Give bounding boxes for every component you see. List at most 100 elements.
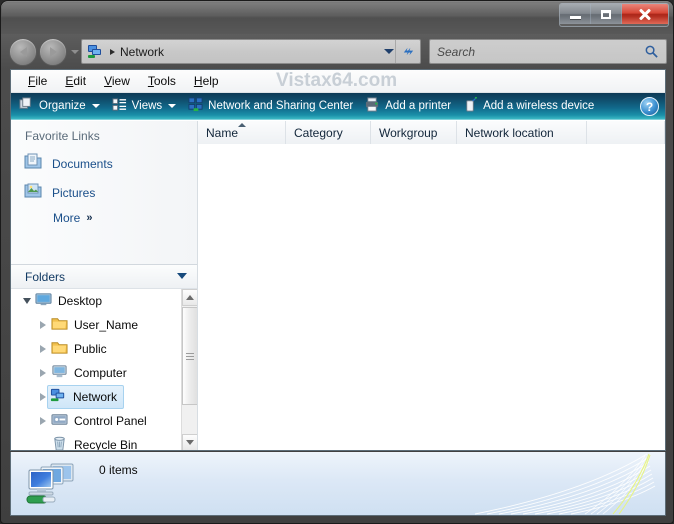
address-bar[interactable]: Network — [81, 39, 421, 64]
item-count-label: 0 items — [99, 463, 138, 477]
forward-button[interactable] — [39, 38, 67, 66]
organize-chevron-down-icon[interactable] — [91, 104, 100, 108]
scroll-down-button[interactable] — [182, 434, 197, 450]
column-header-name[interactable]: Name — [198, 121, 286, 144]
search-input[interactable]: Search — [437, 45, 475, 59]
column-network-location-label: Network location — [465, 125, 554, 140]
aurora-decoration — [435, 452, 665, 515]
menu-file-rest: ile — [35, 74, 48, 88]
sidebar-item-pictures[interactable]: Pictures — [11, 178, 197, 207]
maximize-icon — [601, 9, 611, 19]
file-list-body[interactable] — [198, 144, 665, 450]
search-box[interactable]: Search — [429, 39, 667, 64]
tree-item-public[interactable]: Public — [11, 337, 197, 361]
user-name-label: User_Name — [74, 318, 139, 332]
network-computers-icon — [25, 460, 87, 508]
expander-icon[interactable] — [37, 345, 49, 353]
column-header-workgroup[interactable]: Workgroup — [371, 121, 457, 144]
breadcrumb-separator-icon — [110, 48, 115, 55]
pictures-icon — [23, 181, 43, 204]
menu-help[interactable]: Help — [185, 72, 228, 90]
organize-button[interactable]: Organize — [19, 97, 100, 115]
network-label: Network — [73, 390, 118, 404]
tree-item-desktop[interactable]: Desktop — [11, 289, 197, 313]
search-icon — [644, 44, 659, 59]
control-panel-label: Control Panel — [74, 414, 147, 428]
documents-icon — [23, 152, 43, 175]
minimize-icon — [569, 16, 581, 19]
scrollbar-thumb[interactable] — [182, 307, 197, 405]
chevron-down-icon[interactable] — [177, 273, 187, 279]
menu-bar: File Edit View Tools Help Vistax64.com — [11, 70, 665, 93]
sidebar-item-documents[interactable]: Documents — [11, 149, 197, 178]
favorite-links-header: Favorite Links — [25, 129, 100, 143]
views-label: Views — [131, 100, 163, 112]
breadcrumb-network[interactable]: Network — [120, 45, 164, 59]
nav-buttons — [9, 38, 79, 66]
maximize-button[interactable] — [591, 4, 622, 24]
documents-label: Documents — [52, 156, 113, 171]
refresh-icon[interactable] — [395, 40, 420, 63]
tree-scrollbar[interactable] — [181, 289, 197, 450]
forward-arrow-icon — [49, 47, 57, 57]
minimize-button[interactable] — [560, 4, 591, 24]
folders-header-bar[interactable]: Folders — [11, 265, 197, 289]
file-list-pane[interactable]: Name Category Workgroup Network location — [198, 121, 665, 450]
pictures-label: Pictures — [52, 185, 96, 200]
tree-item-user-name[interactable]: User_Name — [11, 313, 197, 337]
sidebar-item-more[interactable]: More » — [11, 207, 197, 229]
tree-item-recycle-bin[interactable]: Recycle Bin — [11, 433, 197, 450]
wireless-device-icon — [463, 96, 478, 115]
tree-item-computer[interactable]: Computer — [11, 361, 197, 385]
expander-icon[interactable] — [37, 321, 49, 329]
site-watermark: Vistax64.com — [276, 70, 398, 91]
views-icon — [112, 97, 127, 115]
column-name-label: Name — [206, 125, 239, 140]
column-header-network-location[interactable]: Network location — [457, 121, 587, 144]
column-header-spacer[interactable] — [587, 121, 665, 144]
network-sharing-center-label: Network and Sharing Center — [208, 100, 354, 112]
menu-view[interactable]: View — [95, 72, 139, 90]
public-folder-icon — [51, 339, 68, 359]
add-wireless-device-label: Add a wireless device — [483, 100, 595, 112]
expander-icon[interactable] — [21, 298, 33, 304]
menu-tools[interactable]: Tools — [139, 72, 185, 90]
command-toolbar: Organize Views Network and Sharing Cente… — [11, 93, 665, 120]
title-bar — [1, 1, 673, 34]
explorer-window: Network Search File Edit View Tools Help… — [0, 0, 674, 524]
network-icon — [87, 44, 103, 60]
printer-icon — [365, 97, 380, 115]
menu-view-rest: iew — [111, 74, 130, 88]
tree-item-network[interactable]: Network — [11, 385, 197, 409]
control-panel-icon — [51, 411, 68, 431]
triangle-down-icon — [186, 440, 194, 445]
organize-icon — [19, 97, 34, 115]
back-button[interactable] — [9, 38, 37, 66]
add-printer-button[interactable]: Add a printer — [365, 97, 451, 115]
column-category-label: Category — [294, 125, 343, 140]
views-chevron-down-icon[interactable] — [168, 104, 177, 108]
expander-icon[interactable] — [37, 369, 49, 377]
folders-label: Folders — [25, 269, 66, 284]
address-chevron-down-icon[interactable] — [384, 49, 394, 54]
network-sharing-center-button[interactable]: Network and Sharing Center — [188, 97, 353, 115]
column-header-category[interactable]: Category — [286, 121, 371, 144]
scroll-up-button[interactable] — [182, 289, 197, 306]
help-button[interactable]: ? — [640, 97, 659, 116]
menu-edit[interactable]: Edit — [56, 72, 95, 90]
expander-icon[interactable] — [37, 417, 49, 425]
recent-pages-chevron-down-icon[interactable] — [71, 50, 79, 54]
navigation-bar: Network Search — [1, 34, 673, 69]
views-button[interactable]: Views — [112, 97, 177, 115]
public-label: Public — [74, 342, 107, 356]
tree-item-control-panel[interactable]: Control Panel — [11, 409, 197, 433]
menu-file[interactable]: File — [19, 72, 56, 90]
status-bar: 0 items — [10, 452, 666, 516]
user-folder-icon — [51, 315, 68, 335]
organize-label: Organize — [39, 100, 86, 112]
network-sharing-icon — [188, 97, 203, 115]
column-headers: Name Category Workgroup Network location — [198, 121, 665, 145]
close-button[interactable] — [622, 4, 668, 24]
add-wireless-device-button[interactable]: Add a wireless device — [463, 96, 595, 115]
menu-help-rest: elp — [202, 74, 219, 88]
